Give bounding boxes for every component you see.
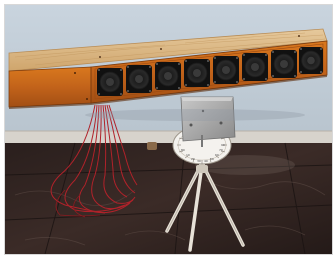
speaker-driver <box>184 59 210 87</box>
protractor-number: 30 <box>197 159 201 163</box>
speaker-driver <box>155 62 181 90</box>
speaker-driver <box>299 47 323 74</box>
speaker-driver <box>97 68 123 96</box>
protractor-number: 80 <box>181 148 185 152</box>
speaker-driver <box>213 56 239 84</box>
speaker-driver <box>242 53 268 81</box>
speaker-driver <box>126 65 152 93</box>
protractor-number: 10 <box>186 153 190 157</box>
photo-scene: 10 20 30 40 50 60 70 80 90 <box>5 5 332 254</box>
speaker-side-panel <box>8 66 92 108</box>
protractor-number: 40 <box>204 159 208 163</box>
photo-frame: 10 20 30 40 50 60 70 80 90 <box>4 4 333 255</box>
baseboard <box>5 131 332 143</box>
protractor-number: 20 <box>191 157 195 161</box>
protractor-number: 60 <box>215 153 219 157</box>
protractor-number: 90 <box>221 143 225 147</box>
protractor-number: 70 <box>219 148 223 152</box>
small-floor-object <box>147 142 157 150</box>
protractor-number: 50 <box>210 157 214 161</box>
speaker-driver <box>271 50 297 78</box>
